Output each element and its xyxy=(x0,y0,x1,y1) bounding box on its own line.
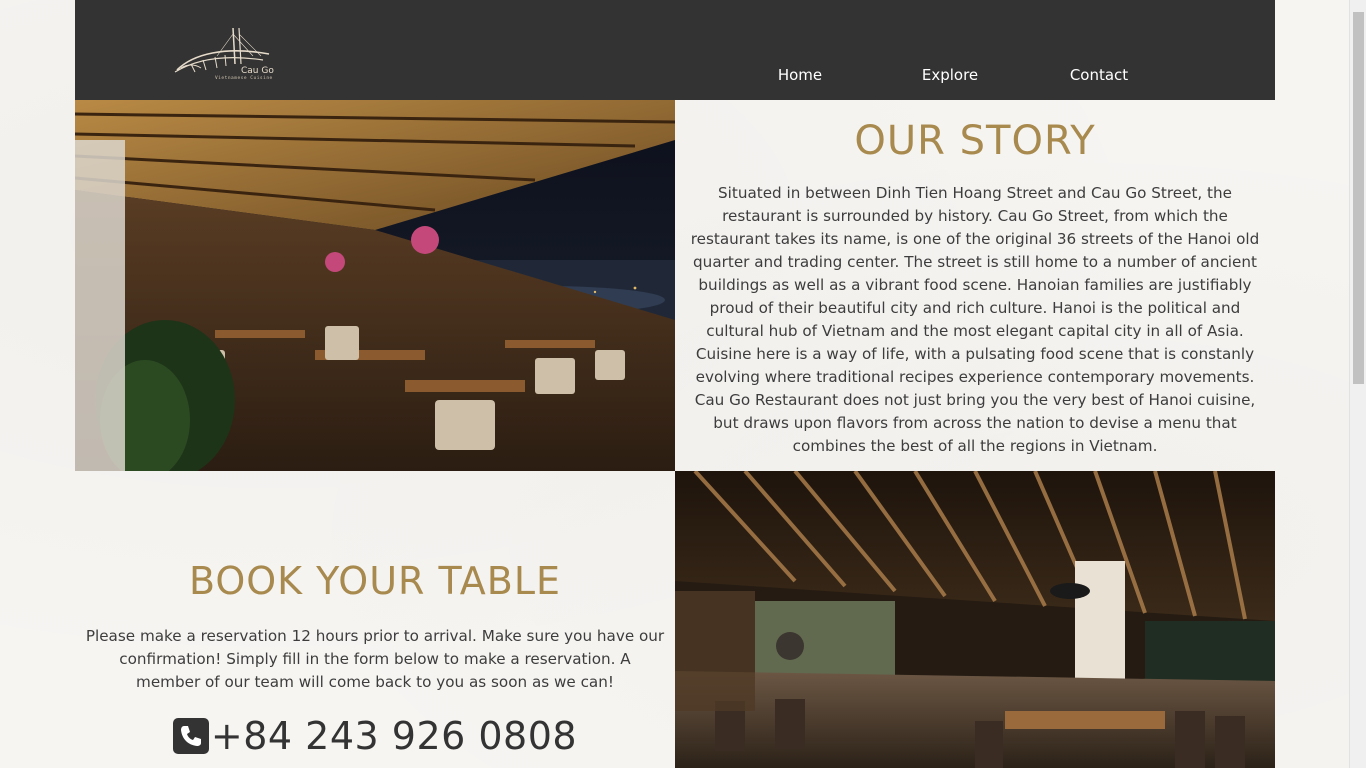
our-story-title: OUR STORY xyxy=(854,118,1096,164)
book-table-text: Please make a reservation 12 hours prior… xyxy=(85,627,665,691)
site-header: Cau Go Vietnamese Cuisine Home Explore C… xyxy=(75,0,1275,100)
nav-home-link[interactable]: Home xyxy=(778,66,822,84)
phone-number[interactable]: +84 243 926 0808 xyxy=(211,714,577,758)
terrace-photo-image xyxy=(75,100,675,471)
nav-explore-link[interactable]: Explore xyxy=(922,66,978,84)
book-table-title: BOOK YOUR TABLE xyxy=(188,559,562,603)
main-nav: Home Explore Contact xyxy=(75,66,1275,88)
dining-room-photo xyxy=(675,471,1275,768)
page-container: Cau Go Vietnamese Cuisine Home Explore C… xyxy=(75,0,1275,768)
our-story-text: Situated in between Dinh Tien Hoang Stre… xyxy=(690,184,1260,455)
book-table-section: BOOK YOUR TABLE Please make a reservatio… xyxy=(75,471,675,768)
nav-contact-link[interactable]: Contact xyxy=(1070,66,1128,84)
phone-row: +84 243 926 0808 xyxy=(75,711,675,761)
terrace-photo xyxy=(75,100,675,471)
dining-room-photo-image xyxy=(675,471,1275,768)
phone-icon xyxy=(172,718,209,754)
page-scrollbar[interactable] xyxy=(1349,0,1366,768)
scrollbar-thumb[interactable] xyxy=(1353,12,1364,384)
our-story-section: OUR STORY Situated in between Dinh Tien … xyxy=(675,100,1275,471)
